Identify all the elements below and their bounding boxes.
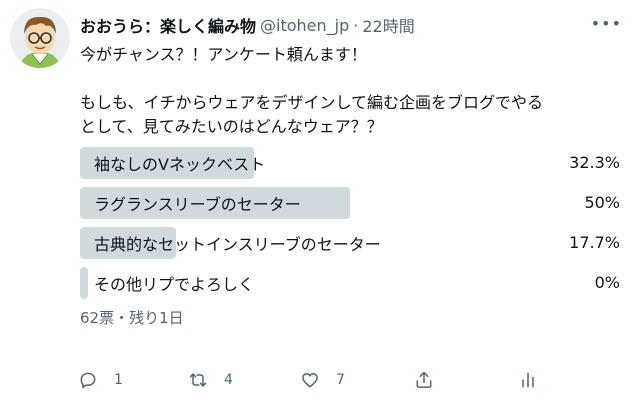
reply-count: 1	[114, 372, 123, 388]
avatar-illustration	[10, 8, 70, 68]
heart-icon	[302, 373, 318, 388]
share-button[interactable]	[414, 362, 434, 398]
tweet-header: おおうら：楽しく編み物 @itohen_jp · 22時間	[80, 12, 628, 38]
poll-meta: 62票・残り1日	[80, 309, 184, 327]
analytics-button[interactable]	[518, 362, 538, 398]
poll-option-vest[interactable]: 袖なしのVネックベスト 32.3%	[80, 147, 620, 179]
poll-option-label: 古典的なセットインスリーブのセーター	[94, 235, 381, 254]
poll-option-percent: 50%	[584, 193, 620, 212]
tweet-text: 今がチャンス？！アンケート頼んます！ もしも、イチからウェアをデザインして編む企…	[80, 43, 628, 139]
like-count: 7	[336, 372, 345, 388]
share-icon	[416, 371, 432, 388]
analytics-icon	[522, 372, 534, 388]
poll-option-percent: 0%	[594, 273, 620, 292]
poll-option-label: 袖なしのVネックベスト	[94, 155, 266, 174]
separator-dot: ·	[353, 15, 359, 35]
poll-option-raglan[interactable]: ラグランスリーブのセーター 50%	[80, 187, 620, 219]
more-options-button[interactable]: •••	[591, 14, 622, 33]
retweet-button[interactable]: 4	[188, 362, 233, 398]
tweet: おおうら：楽しく編み物 @itohen_jp · 22時間 ••• 今がチャンス…	[0, 0, 640, 416]
poll-option-percent: 17.7%	[569, 233, 620, 252]
poll-option-percent: 32.3%	[569, 153, 620, 172]
reply-button[interactable]: 1	[78, 362, 123, 398]
tweet-content: おおうら：楽しく編み物 @itohen_jp · 22時間 ••• 今がチャンス…	[80, 12, 628, 328]
tweet-text-line: として、見てみたいのはどんなウェア？？	[80, 117, 383, 136]
tweet-text-line: もしも、イチからウェアをデザインして編む企画をブログでやる	[80, 93, 544, 112]
poll: 袖なしのVネックベスト 32.3% ラグランスリーブのセーター 50% 古典的な…	[80, 147, 620, 328]
like-button[interactable]: 7	[300, 362, 345, 398]
user-handle[interactable]: @itohen_jp	[260, 16, 349, 35]
tweet-actions: 1 4 7	[78, 362, 534, 398]
timestamp[interactable]: 22時間	[362, 13, 414, 37]
poll-bar	[80, 267, 88, 299]
retweet-icon	[189, 373, 207, 387]
avatar[interactable]	[10, 8, 70, 68]
poll-option-label: その他リプでよろしく	[94, 275, 255, 294]
poll-option-label: ラグランスリーブのセーター	[94, 195, 301, 214]
reply-icon	[80, 372, 96, 389]
retweet-count: 4	[224, 372, 233, 388]
poll-option-other[interactable]: その他リプでよろしく 0%	[80, 267, 620, 299]
poll-option-set-in[interactable]: 古典的なセットインスリーブのセーター 17.7%	[80, 227, 620, 259]
display-name[interactable]: おおうら：楽しく編み物	[80, 13, 256, 37]
tweet-text-line: 今がチャンス？！アンケート頼んます！	[80, 45, 367, 64]
